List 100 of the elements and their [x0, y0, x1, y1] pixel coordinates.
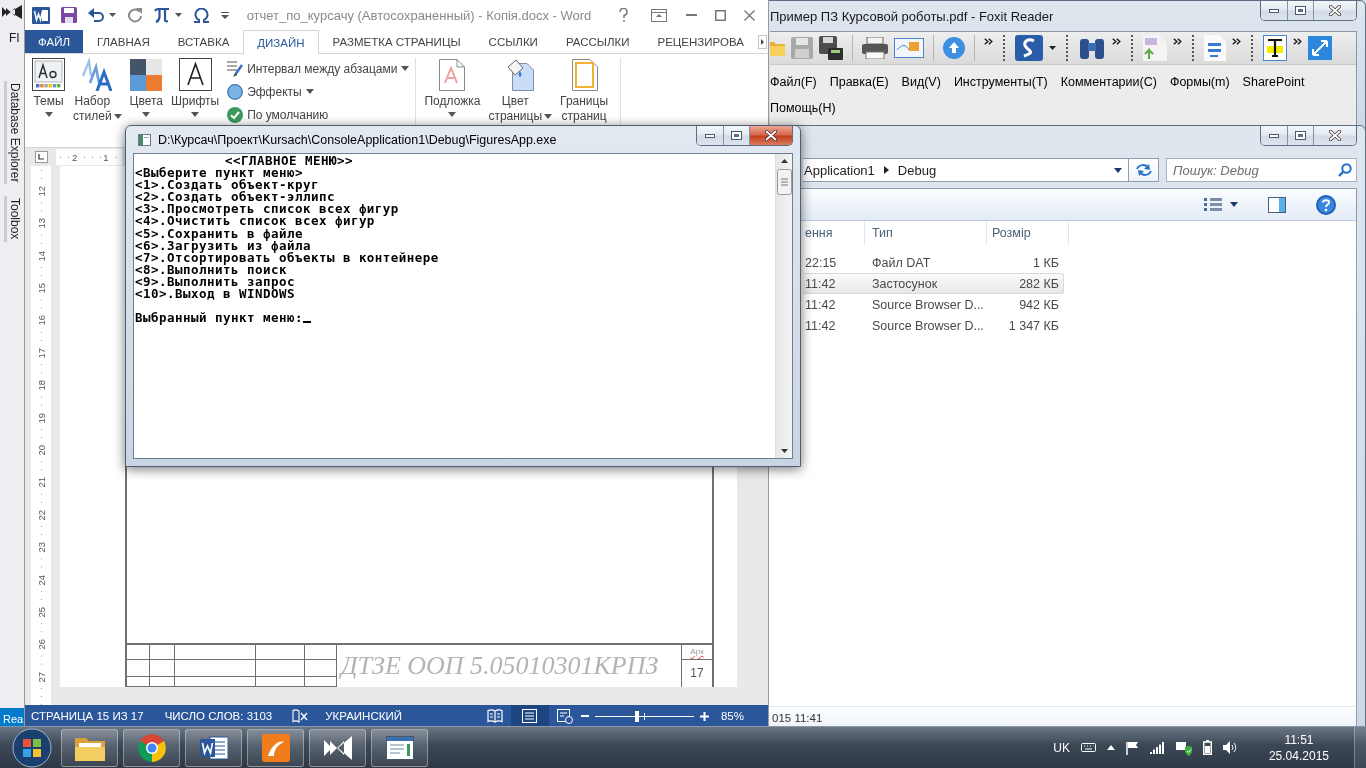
word-count[interactable]: ЧИСЛО СЛОВ: 3103 — [164, 710, 273, 722]
menu-item[interactable]: FI — [9, 31, 20, 45]
ribbon-button[interactable]: Темы — [28, 58, 69, 117]
ribbon-button[interactable]: Интервал между абзацами — [227, 57, 410, 80]
caret-icon[interactable] — [1049, 46, 1056, 50]
menu-item[interactable]: SharePoint — [1242, 69, 1305, 95]
up-arrow-icon[interactable] — [1106, 745, 1115, 750]
ribbon-display-icon[interactable] — [650, 8, 667, 22]
ribbon-button[interactable]: Цвет страницы — [484, 58, 557, 124]
maximize-button[interactable] — [1287, 126, 1313, 145]
language-indicator[interactable]: УКРАИНСКИЙ — [325, 710, 402, 722]
menu-item[interactable]: Правка(E) — [829, 69, 889, 95]
undo-icon[interactable] — [88, 8, 104, 22]
address-bar[interactable]: Application1 Debug — [803, 158, 1159, 182]
speaker-icon[interactable] — [1222, 741, 1238, 754]
clock-date[interactable]: 25.04.2015 — [1268, 748, 1329, 763]
column-header[interactable]: Розмір — [987, 221, 1069, 245]
customize-icon[interactable] — [221, 11, 229, 19]
chevron-icon[interactable] — [1232, 38, 1241, 45]
taskbar-button[interactable] — [61, 728, 118, 767]
zoom-level[interactable]: 85% — [720, 710, 744, 722]
caret-icon[interactable] — [1114, 167, 1122, 173]
column-header[interactable]: ення — [803, 221, 865, 245]
zoom-page-icon[interactable] — [1204, 35, 1226, 61]
language-indicator[interactable]: UK — [1053, 740, 1070, 755]
search-field[interactable]: Пошук: Debug — [1166, 158, 1357, 182]
battery-icon[interactable] — [1202, 740, 1212, 755]
page-count[interactable]: СТРАНИЦА 15 ИЗ 17 — [31, 710, 144, 722]
text-highlight-icon[interactable] — [1263, 35, 1287, 61]
ribbon-tab[interactable]: ФАЙЛ — [25, 30, 83, 53]
slider-thumb[interactable] — [634, 710, 639, 722]
close-button[interactable] — [1313, 126, 1356, 145]
image-card-icon[interactable] — [894, 38, 924, 58]
zoom-in-icon[interactable] — [699, 711, 709, 721]
vertical-ruler[interactable]: 12 13 14 15 16 17 18 19 20 21 22 23 24 25 26 27 — [31, 166, 51, 705]
close-icon[interactable] — [744, 9, 755, 21]
show-desktop-button[interactable] — [1354, 727, 1366, 768]
help-icon[interactable] — [1316, 194, 1336, 215]
minimize-button[interactable] — [1261, 1, 1287, 20]
close-button[interactable] — [749, 126, 792, 145]
menu-item[interactable]: Файл(F) — [770, 69, 817, 95]
expand-icon[interactable] — [1308, 36, 1332, 60]
menu-item[interactable]: Комментарии(C) — [1060, 69, 1157, 95]
preview-pane-icon[interactable] — [1268, 196, 1286, 213]
upload-icon[interactable] — [943, 37, 965, 59]
view-button[interactable] — [510, 705, 549, 727]
caret-icon[interactable] — [1230, 202, 1238, 207]
ribbon-button[interactable]: Границы страниц — [556, 58, 615, 124]
pi-icon[interactable] — [154, 7, 170, 23]
menu-item[interactable]: Инструменты(T) — [953, 69, 1048, 95]
view-list-icon[interactable] — [1204, 198, 1222, 211]
keyboard-icon[interactable] — [1080, 743, 1096, 752]
scroll-up-icon[interactable] — [780, 159, 788, 163]
clock-time[interactable]: 11:51 — [1284, 732, 1314, 747]
taskbar-button[interactable] — [123, 728, 180, 767]
caret-icon[interactable] — [175, 13, 182, 17]
ribbon-button[interactable]: Эффекты — [227, 80, 410, 103]
maximize-icon[interactable] — [715, 9, 726, 21]
refresh-button[interactable] — [1128, 159, 1158, 181]
taskbar-button[interactable] — [309, 728, 366, 767]
ribbon-tab[interactable]: ДИЗАЙН — [243, 30, 319, 54]
caret-icon[interactable] — [109, 13, 116, 17]
taskbar-button[interactable] — [247, 728, 304, 767]
start-orb-icon[interactable] — [12, 727, 52, 768]
binoculars-icon[interactable] — [1078, 37, 1106, 59]
ribbon-button[interactable]: Цвета — [125, 58, 167, 117]
save-icon[interactable] — [61, 7, 77, 23]
omega-icon[interactable] — [193, 7, 210, 23]
column-header[interactable]: Тип — [865, 221, 987, 245]
scroll-down-icon[interactable] — [780, 449, 788, 453]
floppy-printer-icon[interactable] — [819, 36, 843, 60]
breadcrumb-item[interactable]: Application1 — [804, 162, 875, 178]
file-row[interactable]: 22:15 Файл DAT 1 КБ — [803, 252, 1064, 273]
menu-item[interactable]: Вид(V) — [901, 69, 941, 95]
chevron-icon[interactable] — [1173, 38, 1182, 45]
ribbon-button[interactable]: Подложка — [420, 58, 485, 117]
network-shield-icon[interactable] — [1175, 739, 1192, 756]
redo-icon[interactable] — [127, 7, 143, 23]
scroll-right-icon[interactable] — [757, 34, 767, 49]
proofing-icon[interactable] — [292, 709, 309, 723]
pdf-convert-icon[interactable] — [1143, 35, 1167, 61]
ribbon-button[interactable]: Шрифты — [167, 58, 224, 117]
menu-item[interactable]: Формы(m) — [1169, 69, 1230, 95]
minimize-button[interactable] — [697, 126, 723, 145]
breadcrumb-item[interactable]: Debug — [897, 162, 937, 178]
chevron-icon[interactable] — [1293, 38, 1302, 45]
scrollbar[interactable] — [775, 154, 792, 458]
taskbar-button[interactable] — [185, 728, 242, 767]
chevron-icon[interactable] — [984, 38, 993, 45]
file-row[interactable]: 11:42 Застосунок 282 КБ — [803, 273, 1064, 294]
scroll-thumb-icon[interactable] — [776, 169, 792, 195]
taskbar-button[interactable] — [371, 728, 428, 767]
horizontal-ruler[interactable]: 2 1 — [56, 149, 122, 165]
close-button[interactable] — [1313, 1, 1356, 20]
flag-icon[interactable] — [1125, 740, 1139, 755]
file-row[interactable]: 11:42 Source Browser D... 1 347 КБ — [803, 315, 1064, 336]
maximize-button[interactable] — [723, 126, 749, 145]
tab-stop-icon[interactable] — [34, 151, 48, 163]
file-row[interactable]: 11:42 Source Browser D... 942 КБ — [803, 294, 1064, 315]
chevron-icon[interactable] — [1112, 38, 1121, 45]
